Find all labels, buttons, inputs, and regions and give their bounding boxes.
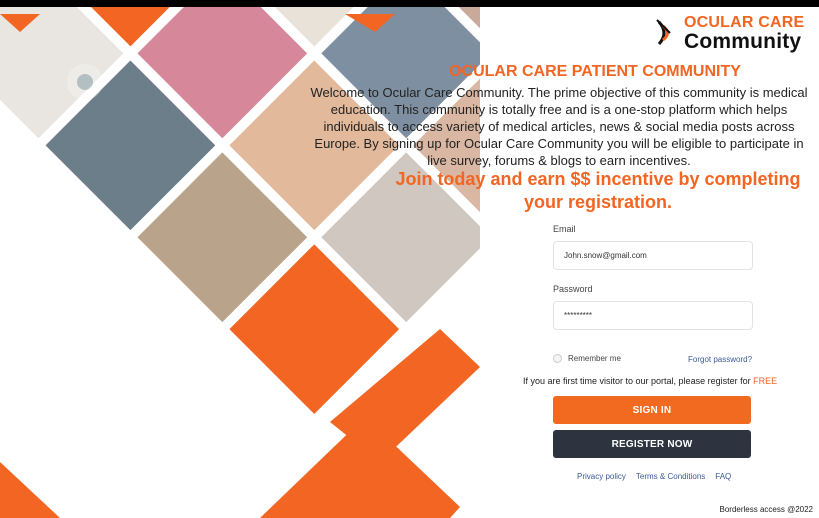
first-visit-note: If you are first time visitor to our por…: [523, 376, 777, 386]
privacy-policy-link[interactable]: Privacy policy: [577, 472, 626, 481]
forgot-password-link[interactable]: Forgot password?: [688, 355, 752, 364]
footer-links: Privacy policy Terms & Conditions FAQ: [577, 472, 731, 481]
free-label: FREE: [753, 376, 778, 386]
eye-logo-icon: [656, 19, 671, 46]
remember-me[interactable]: Remember me: [553, 354, 621, 363]
first-visit-text: If you are first time visitor to our por…: [523, 376, 754, 386]
top-bar: [0, 0, 819, 7]
email-field[interactable]: John.snow@gmail.com: [553, 241, 753, 270]
remember-me-radio[interactable]: [553, 354, 562, 363]
remember-me-label: Remember me: [568, 354, 621, 363]
faq-link[interactable]: FAQ: [715, 472, 731, 481]
brand-name-line2: Community: [684, 30, 802, 53]
sign-in-button[interactable]: SIGN IN: [553, 396, 751, 424]
register-now-button[interactable]: REGISTER NOW: [553, 430, 751, 458]
page-title: OCULAR CARE PATIENT COMMUNITY: [449, 63, 741, 80]
password-field[interactable]: *********: [553, 301, 753, 330]
terms-link[interactable]: Terms & Conditions: [636, 472, 705, 481]
copyright-text: Borderless access @2022: [719, 505, 814, 514]
email-label: Email: [553, 224, 576, 234]
intro-paragraph: Welcome to Ocular Care Community. The pr…: [310, 85, 808, 168]
password-label: Password: [553, 284, 593, 294]
brand-logo: OCULAR CARE Community: [654, 14, 814, 54]
promo-text: Join today and earn $$ incentive by comp…: [395, 169, 801, 212]
